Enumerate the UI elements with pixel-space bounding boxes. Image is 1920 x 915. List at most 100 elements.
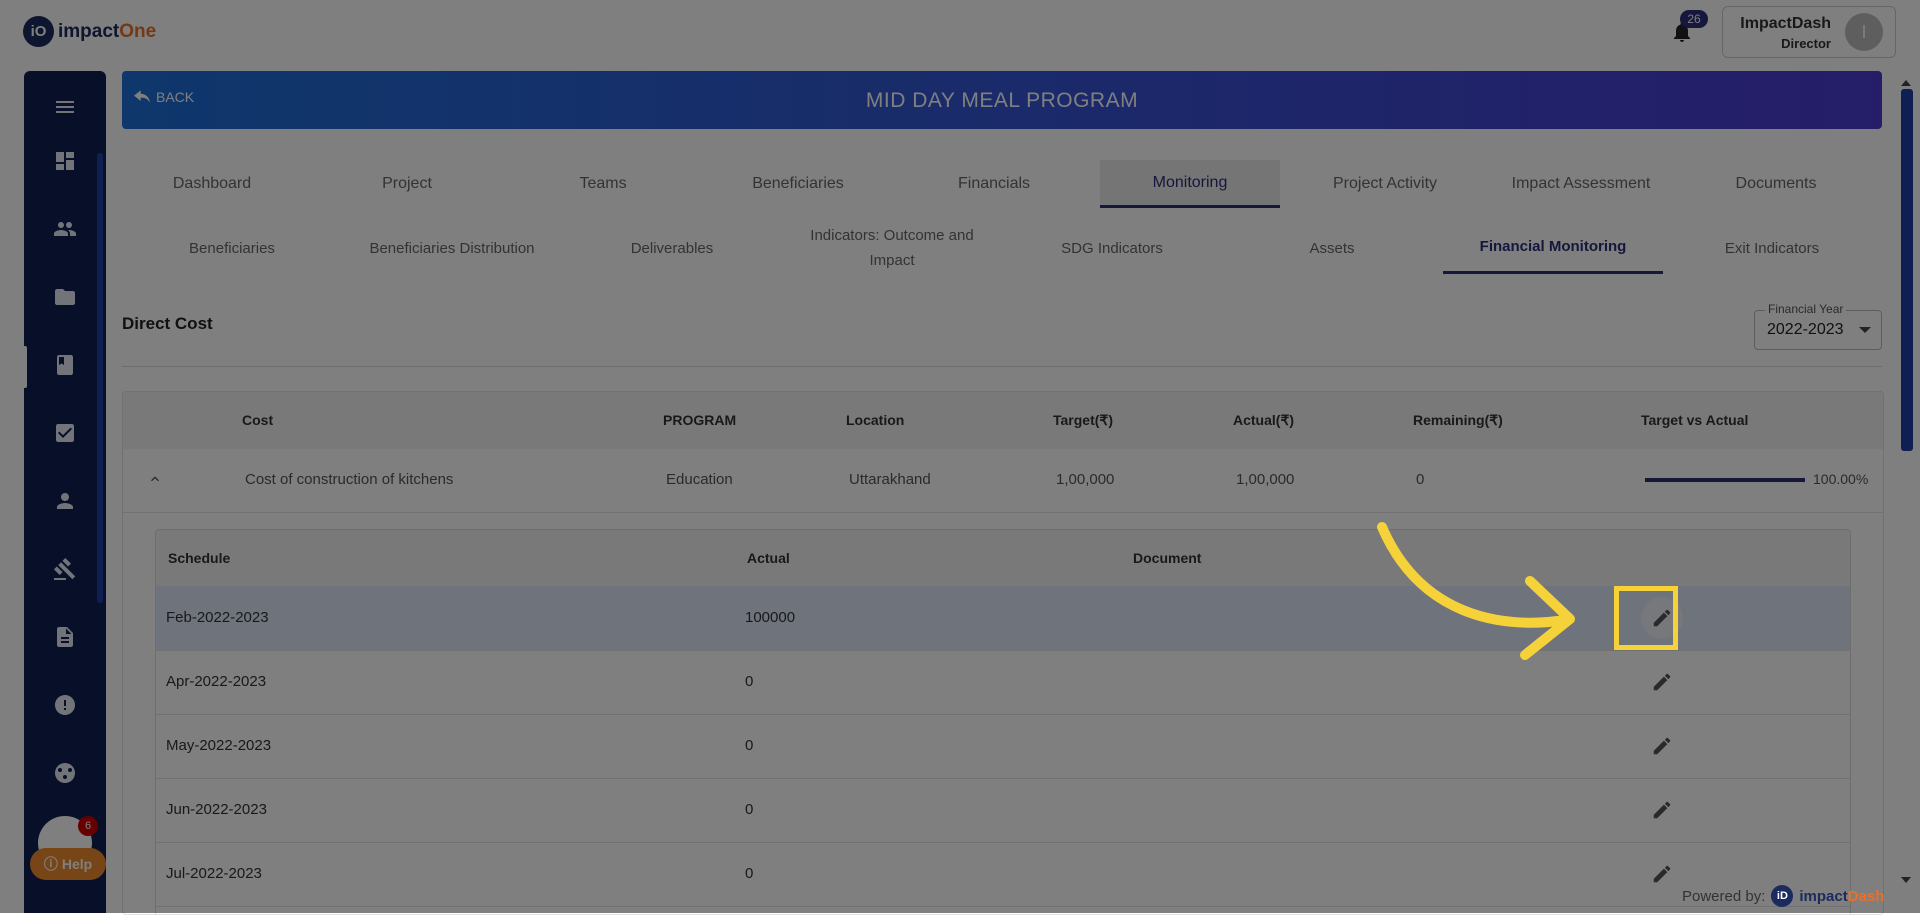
logo-mark: iO (23, 16, 54, 47)
chevron-up-icon[interactable] (147, 471, 163, 487)
col-target-vs-actual: Target vs Actual (1641, 412, 1749, 428)
tab-teams[interactable]: Teams (513, 160, 693, 208)
logo-text: impactOne (58, 20, 157, 42)
cell-schedule: Jul-2022-2023 (166, 865, 262, 882)
subtab-beneficiaries[interactable]: Beneficiaries (130, 222, 334, 274)
cell-location: Uttarakhand (849, 471, 931, 488)
col-remaining: Remaining(₹) (1413, 412, 1503, 428)
cell-program: Education (666, 471, 733, 488)
tab-project[interactable]: Project (317, 160, 497, 208)
folder-icon[interactable] (44, 277, 86, 317)
subtab-beneficiaries-distribution[interactable]: Beneficiaries Distribution (350, 222, 554, 274)
edit-button[interactable] (1641, 789, 1683, 831)
user-menu[interactable]: ImpactDash Director I (1722, 6, 1896, 58)
col-schedule-actual: Actual (747, 550, 790, 566)
main-tabs: Dashboard Project Teams Beneficiaries Fi… (122, 160, 1882, 208)
tab-financials[interactable]: Financials (904, 160, 1084, 208)
progress-label: 100.00% (1813, 471, 1869, 487)
col-program: PROGRAM (663, 412, 737, 428)
cell-schedule: Feb-2022-2023 (166, 609, 269, 626)
cell-actual: 0 (745, 737, 754, 754)
chat-badge: 6 (78, 816, 98, 836)
subtab-assets[interactable]: Assets (1230, 222, 1434, 274)
financial-year-value: 2022-2023 (1767, 321, 1844, 338)
network-icon[interactable] (44, 753, 86, 793)
tab-impact-assessment[interactable]: Impact Assessment (1491, 160, 1671, 208)
caret-down-icon (1859, 327, 1871, 333)
avatar[interactable]: I (1845, 13, 1883, 51)
book-icon[interactable] (44, 345, 86, 385)
help-circle-icon: ⓘ (43, 856, 58, 872)
cell-target: 1,00,000 (1056, 471, 1115, 488)
pencil-icon (1653, 865, 1671, 883)
scroll-up-icon[interactable] (1897, 78, 1915, 88)
sub-tabs: Beneficiaries Beneficiaries Distribution… (122, 222, 1882, 274)
tab-project-activity[interactable]: Project Activity (1295, 160, 1475, 208)
pencil-icon (1653, 673, 1671, 691)
col-actual: Actual(₹) (1233, 412, 1295, 428)
table-row[interactable]: May-2022-2023 0 (156, 714, 1850, 779)
progress-fill (1645, 478, 1805, 482)
project-banner: BACK MID DAY MEAL PROGRAM (122, 71, 1882, 129)
brand-name: impactDash (1799, 887, 1885, 905)
col-document: Document (1133, 550, 1202, 566)
scroll-thumb[interactable] (1901, 89, 1913, 451)
app-logo[interactable]: iO impactOne (23, 16, 156, 47)
page-scrollbar[interactable] (1897, 75, 1915, 885)
help-button[interactable]: ⓘ Help (30, 848, 106, 880)
checkbox-icon[interactable] (44, 413, 86, 453)
sidebar-active-indicator (22, 346, 27, 388)
cell-remaining: 0 (1416, 471, 1425, 488)
cell-schedule: May-2022-2023 (166, 737, 272, 754)
edit-button[interactable] (1641, 853, 1683, 895)
col-target: Target(₹) (1053, 412, 1113, 428)
gavel-icon[interactable] (44, 549, 86, 589)
user-role: Director (1781, 36, 1831, 51)
subtab-deliverables[interactable]: Deliverables (570, 222, 774, 274)
tab-monitoring[interactable]: Monitoring (1100, 160, 1280, 208)
tab-documents[interactable]: Documents (1686, 160, 1866, 208)
people-icon[interactable] (44, 209, 86, 249)
person-icon[interactable] (44, 481, 86, 521)
financial-year-select[interactable]: Financial Year 2022-2023 (1754, 302, 1882, 350)
edit-button[interactable] (1641, 725, 1683, 767)
cell-actual: 1,00,000 (1236, 471, 1295, 488)
cell-schedule: Jun-2022-2023 (166, 801, 267, 818)
brand-logo: iD (1771, 885, 1794, 907)
sidebar-scrollbar[interactable] (97, 153, 103, 603)
subtab-sdg-indicators[interactable]: SDG Indicators (1010, 222, 1214, 274)
cell-cost: Cost of construction of kitchens (245, 471, 454, 488)
tab-beneficiaries[interactable]: Beneficiaries (708, 160, 888, 208)
cell-actual: 0 (745, 801, 754, 818)
edit-button[interactable] (1641, 661, 1683, 703)
pencil-icon (1653, 737, 1671, 755)
menu-icon[interactable] (44, 87, 86, 127)
table-row[interactable]: Cost of construction of kitchens Educati… (123, 449, 1883, 513)
pencil-icon (1653, 801, 1671, 819)
tutorial-arrow-icon (1377, 522, 1575, 660)
top-bar: iO impactOne 26 ImpactDash Director I (0, 0, 1920, 66)
subtab-exit-indicators[interactable]: Exit Indicators (1670, 222, 1874, 274)
powered-by: Powered by: iD impactDash (1682, 885, 1884, 907)
cell-actual: 100000 (745, 609, 796, 626)
cell-actual: 0 (745, 865, 754, 882)
sidebar: 6 ⓘ Help (22, 71, 106, 913)
table-row[interactable]: Jun-2022-2023 0 (156, 778, 1850, 843)
table-row[interactable]: Jul-2022-2023 0 (156, 842, 1850, 907)
subtab-financial-monitoring[interactable]: Financial Monitoring (1443, 222, 1663, 274)
financial-year-label: Financial Year (1765, 302, 1847, 316)
subtab-indicators[interactable]: Indicators: Outcome and Impact (790, 222, 994, 274)
table-header: Cost PROGRAM Location Target(₹) Actual(₹… (123, 392, 1883, 449)
col-location: Location (846, 412, 905, 428)
page-title: MID DAY MEAL PROGRAM (865, 89, 1139, 112)
cell-schedule: Apr-2022-2023 (166, 673, 267, 690)
divider (122, 366, 1882, 367)
dashboard-icon[interactable] (44, 141, 86, 181)
document-icon[interactable] (44, 617, 86, 657)
section-title: Direct Cost (122, 314, 213, 333)
tab-dashboard[interactable]: Dashboard (122, 160, 302, 208)
notification-badge: 26 (1680, 10, 1708, 28)
scroll-down-icon[interactable] (1897, 875, 1915, 885)
alert-icon[interactable] (44, 685, 86, 725)
progress-bar (1645, 478, 1805, 482)
